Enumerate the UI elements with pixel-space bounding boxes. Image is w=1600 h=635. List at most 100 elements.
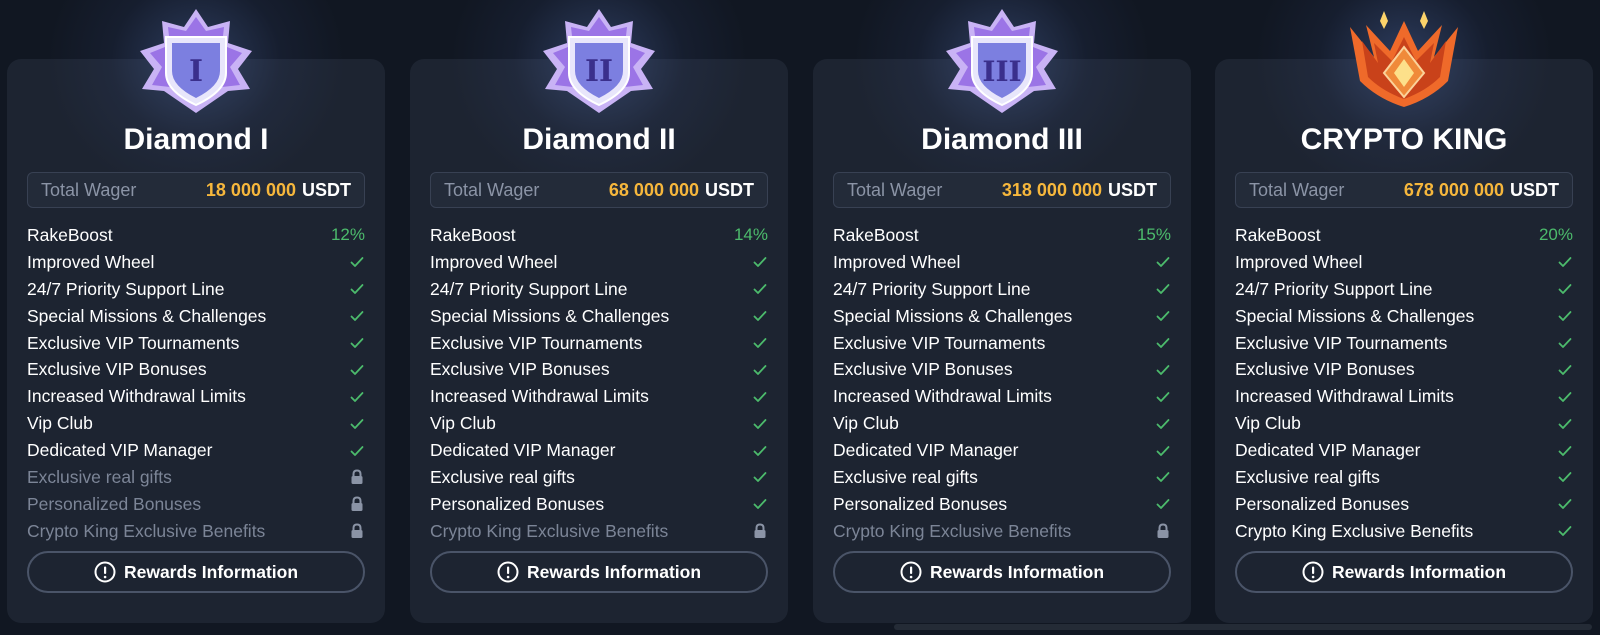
benefit-row: Personalized Bonuses	[430, 491, 768, 518]
benefit-row: Vip Club	[833, 410, 1171, 437]
benefit-row: Exclusive real gifts	[1235, 464, 1573, 491]
check-icon	[752, 335, 768, 351]
benefit-label: Dedicated VIP Manager	[430, 440, 616, 461]
check-icon	[752, 281, 768, 297]
rewards-information-label: Rewards Information	[1331, 561, 1507, 582]
benefit-row: Personalized Bonuses	[833, 491, 1171, 518]
benefit-row: Exclusive VIP Tournaments	[430, 330, 768, 357]
benefit-label: Exclusive real gifts	[430, 466, 575, 487]
check-icon	[1557, 496, 1573, 512]
check-icon	[1557, 416, 1573, 432]
benefit-row: Exclusive VIP Tournaments	[1235, 330, 1573, 357]
total-wager-amount: 68 000 000	[608, 179, 699, 200]
benefit-label: Personalized Bonuses	[1235, 493, 1410, 514]
rewards-information-button[interactable]: Rewards Information	[833, 551, 1171, 593]
check-icon	[349, 308, 365, 324]
crown-badge-icon	[1340, 7, 1468, 115]
tier-card-diamond-3: III Diamond III Total Wager 318 000 000 …	[813, 0, 1191, 623]
check-icon	[752, 496, 768, 512]
lock-icon	[349, 496, 365, 512]
benefit-row: Vip Club	[27, 410, 365, 437]
benefit-row: Dedicated VIP Manager	[1235, 437, 1573, 464]
tier-card-crypto-king: CRYPTO KING Total Wager 678 000 000 USDT…	[1215, 0, 1593, 623]
check-icon	[1557, 281, 1573, 297]
benefit-row: Exclusive VIP Tournaments	[27, 330, 365, 357]
check-icon	[349, 335, 365, 351]
check-icon	[752, 308, 768, 324]
check-icon	[1155, 496, 1171, 512]
benefit-row: Exclusive VIP Bonuses	[430, 356, 768, 383]
benefit-label: Improved Wheel	[27, 251, 155, 272]
benefit-label: Increased Withdrawal Limits	[833, 386, 1052, 407]
check-icon	[752, 362, 768, 378]
rewards-information-button[interactable]: Rewards Information	[27, 551, 365, 593]
benefit-label: Personalized Bonuses	[430, 493, 605, 514]
check-icon	[1155, 469, 1171, 485]
benefit-label: Improved Wheel	[430, 251, 558, 272]
tier-title: Diamond III	[921, 123, 1083, 156]
benefit-row: Vip Club	[1235, 410, 1573, 437]
lock-icon	[752, 523, 768, 539]
benefits-list: RakeBoost 15% Improved Wheel 24/7 Priority …	[833, 222, 1171, 545]
benefit-label: Exclusive VIP Bonuses	[430, 359, 610, 380]
check-icon	[1155, 416, 1171, 432]
rewards-information-label: Rewards Information	[526, 561, 702, 582]
benefit-label: Increased Withdrawal Limits	[27, 386, 246, 407]
benefits-list: RakeBoost 12% Improved Wheel 24/7 Priority …	[27, 222, 365, 545]
benefit-row-rakeboost: RakeBoost 15%	[833, 222, 1171, 249]
benefits-list: RakeBoost 20% Improved Wheel 24/7 Priority …	[1235, 222, 1573, 545]
benefit-row-rakeboost: RakeBoost 14%	[430, 222, 768, 249]
svg-text:I: I	[189, 54, 203, 89]
benefit-row: Crypto King Exclusive Benefits	[833, 518, 1171, 545]
benefit-label: Exclusive VIP Tournaments	[430, 332, 643, 353]
check-icon	[1557, 443, 1573, 459]
benefit-label: Exclusive VIP Bonuses	[833, 359, 1013, 380]
benefit-label: Exclusive VIP Tournaments	[1235, 332, 1448, 353]
benefit-row: Dedicated VIP Manager	[430, 437, 768, 464]
benefit-label: Exclusive VIP Bonuses	[1235, 359, 1415, 380]
benefit-label: Personalized Bonuses	[833, 493, 1008, 514]
check-icon	[1155, 443, 1171, 459]
benefit-label: Improved Wheel	[1235, 251, 1363, 272]
total-wager-unit: USDT	[302, 179, 351, 200]
svg-text:III: III	[982, 55, 1021, 88]
benefit-row: Vip Club	[430, 410, 768, 437]
total-wager-label: Total Wager	[847, 179, 943, 200]
benefit-label: Exclusive real gifts	[833, 466, 978, 487]
benefit-label: Increased Withdrawal Limits	[1235, 386, 1454, 407]
check-icon	[752, 254, 768, 270]
check-icon	[1155, 281, 1171, 297]
benefit-row: Crypto King Exclusive Benefits	[27, 518, 365, 545]
tier-title: Diamond I	[123, 123, 269, 156]
rewards-information-button[interactable]: Rewards Information	[1235, 551, 1573, 593]
benefit-row: 24/7 Priority Support Line	[430, 276, 768, 303]
check-icon	[1155, 362, 1171, 378]
benefit-row: Exclusive VIP Bonuses	[833, 356, 1171, 383]
benefit-row: Personalized Bonuses	[27, 491, 365, 518]
benefit-label: Increased Withdrawal Limits	[430, 386, 649, 407]
check-icon	[349, 443, 365, 459]
benefit-row: Special Missions & Challenges	[430, 303, 768, 330]
benefit-label: Improved Wheel	[833, 251, 961, 272]
total-wager-box: Total Wager 318 000 000 USDT	[833, 172, 1171, 208]
info-icon	[1302, 561, 1324, 583]
total-wager-unit: USDT	[705, 179, 754, 200]
check-icon	[1557, 335, 1573, 351]
tier-card-diamond-1: I Diamond I Total Wager 18 000 000 USDT …	[7, 0, 385, 623]
check-icon	[349, 362, 365, 378]
benefit-label: Special Missions & Challenges	[430, 305, 670, 326]
benefit-row: Crypto King Exclusive Benefits	[430, 518, 768, 545]
diamond-badge-icon: II	[535, 7, 663, 115]
check-icon	[1557, 308, 1573, 324]
benefit-label: Special Missions & Challenges	[27, 305, 267, 326]
check-icon	[1155, 389, 1171, 405]
horizontal-scrollbar[interactable]	[894, 624, 1592, 630]
benefit-label: Vip Club	[833, 413, 899, 434]
rewards-information-button[interactable]: Rewards Information	[430, 551, 768, 593]
benefit-row: Special Missions & Challenges	[1235, 303, 1573, 330]
check-icon	[1557, 389, 1573, 405]
benefit-row: Special Missions & Challenges	[833, 303, 1171, 330]
benefit-row: Improved Wheel	[27, 249, 365, 276]
info-icon	[94, 561, 116, 583]
tier-title: CRYPTO KING	[1300, 123, 1508, 156]
